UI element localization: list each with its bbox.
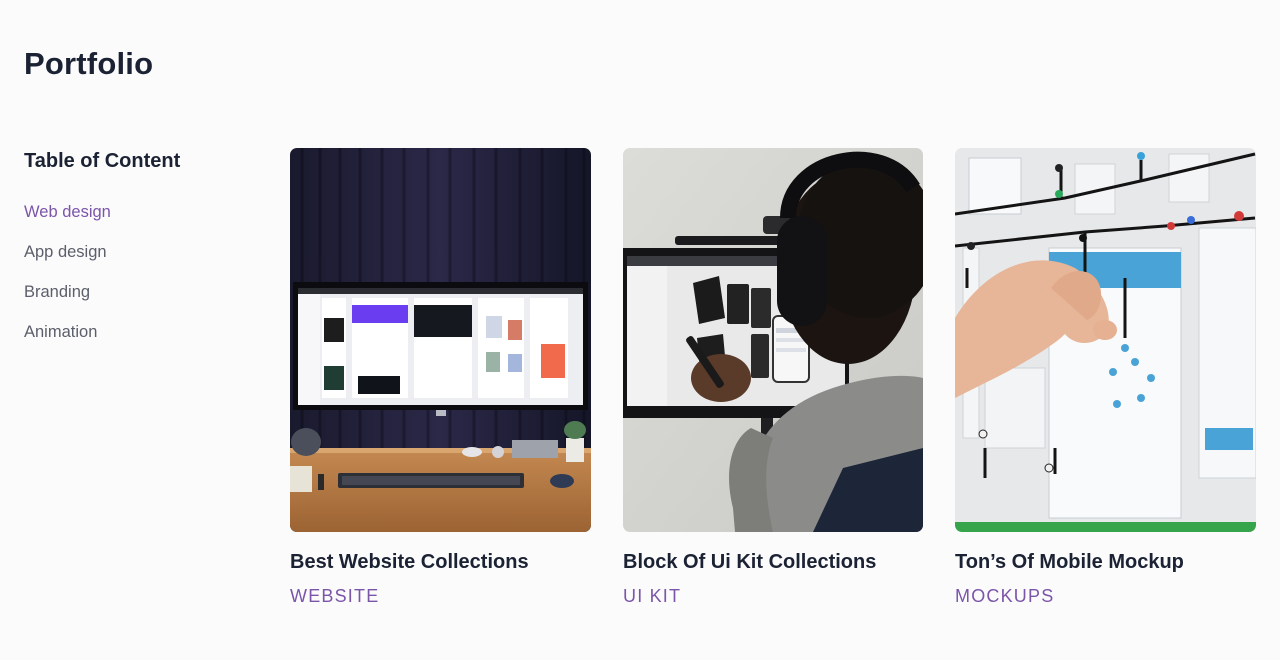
table-of-content: Table of Content Web design App design B… bbox=[24, 150, 244, 363]
card-tag[interactable]: WEBSITE bbox=[290, 585, 591, 607]
toc-item-web-design[interactable]: Web design bbox=[24, 203, 244, 222]
card-tag[interactable]: MOCKUPS bbox=[955, 585, 1256, 607]
card-tag[interactable]: UI KIT bbox=[623, 585, 923, 607]
card-title[interactable]: Best Website Collections bbox=[290, 550, 591, 574]
toc-item-branding[interactable]: Branding bbox=[24, 283, 244, 302]
headphones-designer-photo[interactable] bbox=[623, 148, 923, 532]
portfolio-card-ui-kit[interactable]: Block Of Ui Kit Collections UI KIT bbox=[623, 148, 923, 607]
page-title: Portfolio bbox=[24, 46, 154, 81]
toc-item-app-design[interactable]: App design bbox=[24, 243, 244, 262]
card-title[interactable]: Ton’s Of Mobile Mockup bbox=[955, 550, 1256, 574]
portfolio-card-mockups[interactable]: Ton’s Of Mobile Mockup MOCKUPS bbox=[955, 148, 1256, 607]
card-title[interactable]: Block Of Ui Kit Collections bbox=[623, 550, 923, 574]
whiteboard-wireframe-photo[interactable] bbox=[955, 148, 1256, 532]
toc-title: Table of Content bbox=[24, 150, 181, 172]
portfolio-card-website[interactable]: Best Website Collections WEBSITE bbox=[290, 148, 591, 607]
toc-item-animation[interactable]: Animation bbox=[24, 323, 244, 342]
desk-monitor-photo[interactable] bbox=[290, 148, 591, 532]
